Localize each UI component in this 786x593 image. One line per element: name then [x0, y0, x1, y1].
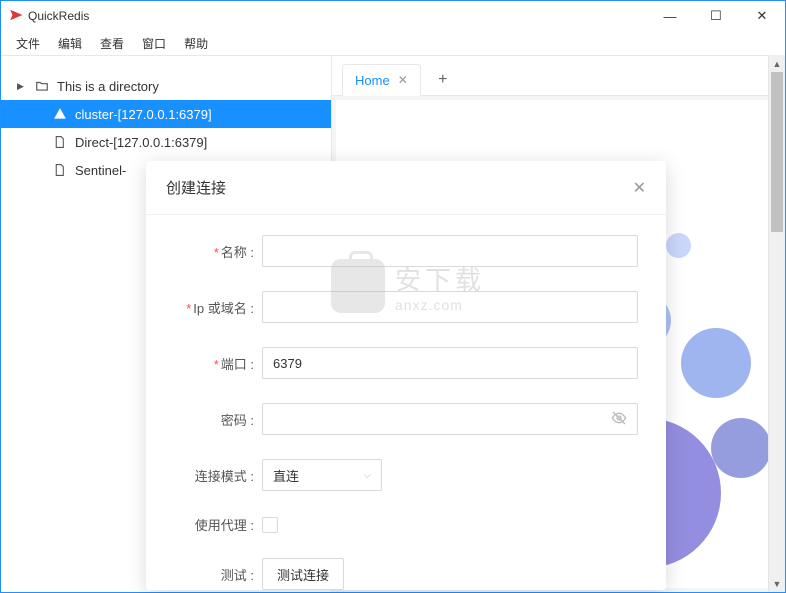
menubar: 文件 编辑 查看 窗口 帮助: [1, 31, 785, 55]
proxy-checkbox[interactable]: [262, 517, 278, 533]
menu-edit[interactable]: 编辑: [49, 32, 91, 55]
password-label: 密码 :: [174, 410, 262, 429]
titlebar: QuickRedis — ☐ ✕: [1, 1, 785, 31]
close-icon[interactable]: ✕: [398, 73, 408, 87]
tree-item-direct[interactable]: Direct-[127.0.0.1:6379]: [1, 128, 331, 156]
scroll-up-icon[interactable]: ▲: [769, 55, 785, 72]
tab-label: Home: [355, 73, 390, 88]
add-tab-button[interactable]: +: [425, 64, 461, 96]
menu-window[interactable]: 窗口: [133, 32, 175, 55]
modal-close-button[interactable]: ✕: [633, 178, 646, 198]
tree-label: This is a directory: [57, 79, 159, 94]
folder-icon: [35, 79, 49, 93]
port-input[interactable]: 6379: [262, 347, 638, 379]
caret-right-icon: ▶: [17, 81, 27, 92]
menu-file[interactable]: 文件: [7, 32, 49, 55]
tree-label: cluster-[127.0.0.1:6379]: [75, 107, 212, 122]
scrollbar-thumb[interactable]: [771, 72, 783, 232]
modal-title: 创建连接: [166, 177, 226, 198]
close-button[interactable]: ✕: [739, 1, 785, 31]
scroll-down-icon[interactable]: ▼: [769, 575, 785, 592]
menu-view[interactable]: 查看: [91, 32, 133, 55]
tree-label: Sentinel-: [75, 163, 126, 178]
app-title: QuickRedis: [28, 9, 89, 23]
tree-label: Direct-[127.0.0.1:6379]: [75, 135, 207, 150]
test-label: 测试 :: [174, 565, 262, 584]
tab-bar: Home ✕ +: [332, 56, 785, 96]
file-icon: [53, 135, 67, 149]
minimize-button[interactable]: —: [647, 1, 693, 31]
test-connection-button[interactable]: 测试连接: [262, 558, 344, 590]
app-logo-icon: [9, 8, 23, 25]
create-connection-modal: 创建连接 ✕ *名称 : *Ip 或域名 : *端口 : 6379 密码 : 连…: [146, 161, 666, 590]
cluster-icon: [53, 107, 67, 121]
chevron-down-icon: ⌵: [363, 470, 371, 481]
vertical-scrollbar[interactable]: ▲ ▼: [768, 55, 785, 592]
tree-item-directory[interactable]: ▶ This is a directory: [1, 72, 331, 100]
host-label: *Ip 或域名 :: [174, 298, 262, 317]
decorative-circle: [681, 328, 751, 398]
menu-help[interactable]: 帮助: [175, 32, 217, 55]
mode-select[interactable]: 直连 ⌵: [262, 459, 382, 491]
port-label: *端口 :: [174, 354, 262, 373]
host-input[interactable]: [262, 291, 638, 323]
mode-label: 连接模式 :: [174, 466, 262, 485]
tree-item-cluster[interactable]: cluster-[127.0.0.1:6379]: [1, 100, 331, 128]
decorative-circle: [711, 418, 771, 478]
decorative-circle: [666, 233, 691, 258]
modal-header: 创建连接 ✕: [146, 161, 666, 215]
file-icon: [53, 163, 67, 177]
proxy-label: 使用代理 :: [174, 515, 262, 534]
password-input[interactable]: [262, 403, 638, 435]
tab-home[interactable]: Home ✕: [342, 64, 421, 96]
name-label: *名称 :: [174, 242, 262, 261]
eye-off-icon[interactable]: [611, 410, 627, 429]
maximize-button[interactable]: ☐: [693, 1, 739, 31]
name-input[interactable]: [262, 235, 638, 267]
